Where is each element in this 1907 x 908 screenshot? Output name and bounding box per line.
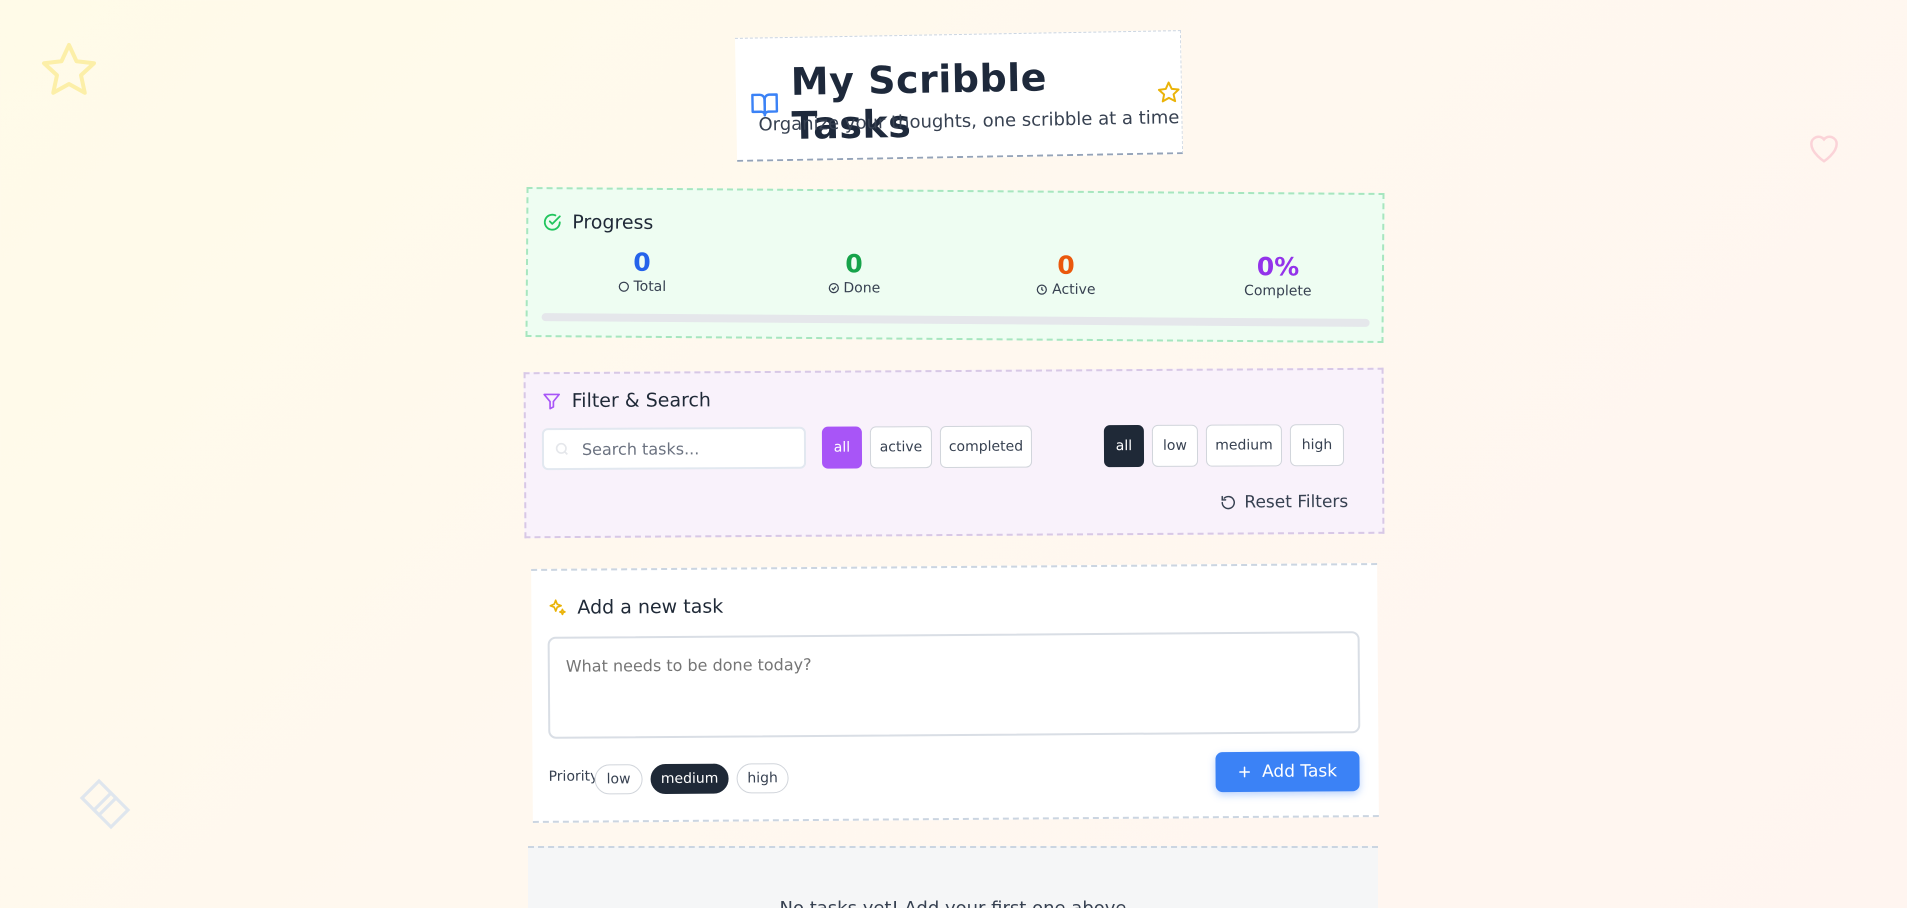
stat-total-value: 0 xyxy=(633,247,651,277)
priority-filter-high[interactable]: high xyxy=(1289,423,1345,467)
circle-icon xyxy=(618,281,629,292)
check-circle-icon xyxy=(828,283,839,294)
add-task-heading-text: Add a new task xyxy=(577,595,724,619)
add-task-card: Add a new task Priority: low medium high… xyxy=(531,563,1379,823)
reset-filters-button[interactable]: Reset Filters xyxy=(1220,492,1348,513)
progress-bar xyxy=(541,313,1370,327)
filter-heading-text: Filter & Search xyxy=(571,389,712,413)
stat-complete-value: 0% xyxy=(1256,252,1300,282)
stat-complete: 0% Complete xyxy=(1208,252,1348,300)
stat-complete-label: Complete xyxy=(1208,283,1348,300)
stat-active-value: 0 xyxy=(1057,250,1075,280)
priority-option-medium[interactable]: medium xyxy=(650,763,729,795)
stat-total-label-text: Total xyxy=(633,278,667,295)
progress-card: Progress 0 Total 0 Done 0 Active 0% Comp… xyxy=(525,187,1385,343)
stat-total-label: Total xyxy=(572,278,712,295)
empty-state-text: No tasks yet! Add your first one above xyxy=(528,898,1378,908)
add-task-heading: Add a new task xyxy=(547,596,723,619)
stat-complete-label-text: Complete xyxy=(1244,283,1312,300)
search-field[interactable] xyxy=(541,426,807,471)
priority-filter-medium[interactable]: medium xyxy=(1205,424,1283,467)
star-decoration-icon xyxy=(42,43,96,95)
star-icon xyxy=(1158,81,1180,103)
stat-active: 0 Active xyxy=(996,250,1136,298)
diamond-decoration-icon xyxy=(79,778,131,830)
status-filter-all[interactable]: all xyxy=(821,426,863,469)
stat-done-value: 0 xyxy=(845,249,863,279)
priority-option-low[interactable]: low xyxy=(594,764,643,795)
add-task-button[interactable]: Add Task xyxy=(1215,751,1360,793)
task-list-empty-card: No tasks yet! Add your first one above xyxy=(528,846,1378,908)
search-icon xyxy=(555,442,568,455)
reset-filters-label: Reset Filters xyxy=(1244,491,1349,513)
sparkles-icon xyxy=(549,599,566,616)
reset-icon xyxy=(1221,495,1236,510)
status-filter-active[interactable]: active xyxy=(869,426,933,469)
progress-heading: Progress xyxy=(542,211,653,234)
stat-total: 0 Total xyxy=(572,247,712,295)
stat-done-label-text: Done xyxy=(843,280,881,297)
search-input[interactable] xyxy=(581,438,783,459)
status-filter-completed[interactable]: completed xyxy=(939,425,1033,469)
priority-filter-all[interactable]: all xyxy=(1103,425,1145,468)
task-input[interactable] xyxy=(547,631,1361,739)
add-task-button-label: Add Task xyxy=(1261,761,1338,782)
priority-option-high[interactable]: high xyxy=(736,763,789,794)
heart-decoration-icon xyxy=(1810,135,1838,163)
filter-heading: Filter & Search xyxy=(542,389,711,412)
priority-filter-low[interactable]: low xyxy=(1151,424,1199,467)
clock-icon xyxy=(1037,284,1048,295)
filter-icon xyxy=(543,393,561,410)
header-card: My Scribble Tasks Organize your thoughts… xyxy=(734,30,1184,162)
stat-active-label-text: Active xyxy=(1052,281,1096,298)
check-circle-icon xyxy=(543,213,561,231)
filter-card: Filter & Search all active completed all… xyxy=(523,367,1385,539)
stat-done: 0 Done xyxy=(784,249,924,297)
stat-active-label: Active xyxy=(996,281,1136,298)
stat-done-label: Done xyxy=(784,280,924,297)
plus-icon xyxy=(1239,766,1251,778)
progress-heading-text: Progress xyxy=(572,211,654,234)
